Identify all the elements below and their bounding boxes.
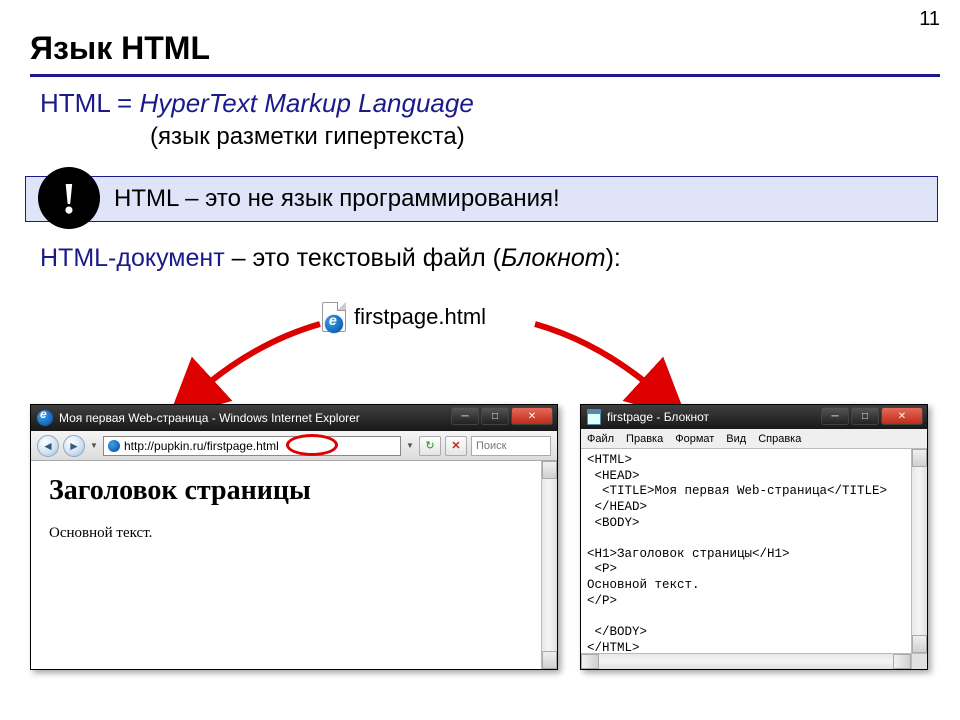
title-underline: [30, 74, 940, 77]
menu-view[interactable]: Вид: [726, 433, 746, 445]
addr-dropdown-icon[interactable]: ▼: [405, 435, 415, 457]
scrollbar-vertical[interactable]: [541, 461, 557, 669]
file-block: firstpage.html: [322, 302, 486, 332]
scrollbar-corner: [911, 653, 927, 669]
menu-edit[interactable]: Правка: [626, 433, 663, 445]
notepad-text-area[interactable]: <HTML> <HEAD> <TITLE>Моя первая Web-стра…: [581, 449, 927, 669]
scrollbar-vertical[interactable]: [911, 449, 927, 653]
notepad-window: firstpage - Блокнот ─ □ ✕ Файл Правка Фо…: [580, 404, 928, 670]
doc-term: HTML-документ: [40, 244, 225, 272]
notepad-icon: [587, 409, 601, 425]
menu-format[interactable]: Формат: [675, 433, 714, 445]
arrow-right-icon: [515, 314, 695, 414]
page-heading: Заголовок страницы: [49, 475, 539, 507]
document-description: HTML-документ – это текстовый файл (Блок…: [40, 244, 621, 273]
doc-after: ):: [606, 244, 621, 272]
notepad-titlebar: firstpage - Блокнот ─ □ ✕: [581, 405, 927, 429]
doc-italic: Блокнот: [501, 244, 606, 272]
forward-button[interactable]: ►: [63, 435, 85, 457]
browser-toolbar: ◄ ► ▼ http://pupkin.ru/firstpage.html ▼ …: [31, 431, 557, 461]
ie-icon: [108, 440, 120, 452]
notepad-title-text: firstpage - Блокнот: [607, 410, 709, 424]
nav-dropdown-icon[interactable]: ▼: [89, 435, 99, 457]
address-bar[interactable]: http://pupkin.ru/firstpage.html: [103, 436, 401, 456]
definition-prefix: HTML =: [40, 88, 139, 118]
browser-viewport: Заголовок страницы Основной текст.: [31, 461, 557, 556]
slide-title: Язык HTML: [30, 30, 210, 67]
browser-title-text: Моя первая Web-страница - Windows Intern…: [59, 411, 360, 425]
browser-titlebar: Моя первая Web-страница - Windows Intern…: [31, 405, 557, 431]
ie-icon: [37, 410, 53, 426]
doc-middle: – это текстовый файл (: [225, 244, 501, 272]
definition-translation: (язык разметки гипертекста): [150, 123, 930, 151]
close-button[interactable]: ✕: [511, 407, 553, 425]
minimize-button[interactable]: ─: [821, 407, 849, 425]
page-body-text: Основной текст.: [49, 525, 539, 542]
menu-help[interactable]: Справка: [758, 433, 801, 445]
browser-window: Моя первая Web-страница - Windows Intern…: [30, 404, 558, 670]
alert-text: HTML – это не язык программирования!: [114, 185, 560, 213]
notepad-menubar: Файл Правка Формат Вид Справка: [581, 429, 927, 449]
definition-line1: HTML = HyperText Markup Language: [40, 88, 930, 119]
minimize-button[interactable]: ─: [451, 407, 479, 425]
menu-file[interactable]: Файл: [587, 433, 614, 445]
maximize-button[interactable]: □: [851, 407, 879, 425]
scrollbar-horizontal[interactable]: [581, 653, 911, 669]
definition-expansion: HyperText Markup Language: [139, 88, 473, 118]
file-name: firstpage.html: [354, 304, 486, 330]
refresh-button[interactable]: ↻: [419, 436, 441, 456]
alert-box: ! HTML – это не язык программирования!: [25, 176, 938, 222]
maximize-button[interactable]: □: [481, 407, 509, 425]
exclamation-icon: !: [38, 167, 100, 229]
page-number: 11: [919, 8, 940, 31]
close-button[interactable]: ✕: [881, 407, 923, 425]
arrow-left-icon: [160, 314, 340, 414]
definition-block: HTML = HyperText Markup Language (язык р…: [40, 88, 930, 151]
address-url: http://pupkin.ru/firstpage.html: [124, 439, 279, 453]
search-input[interactable]: Поиск: [471, 436, 551, 456]
back-button[interactable]: ◄: [37, 435, 59, 457]
stop-button[interactable]: ✕: [445, 436, 467, 456]
highlight-circle-icon: [286, 434, 338, 456]
